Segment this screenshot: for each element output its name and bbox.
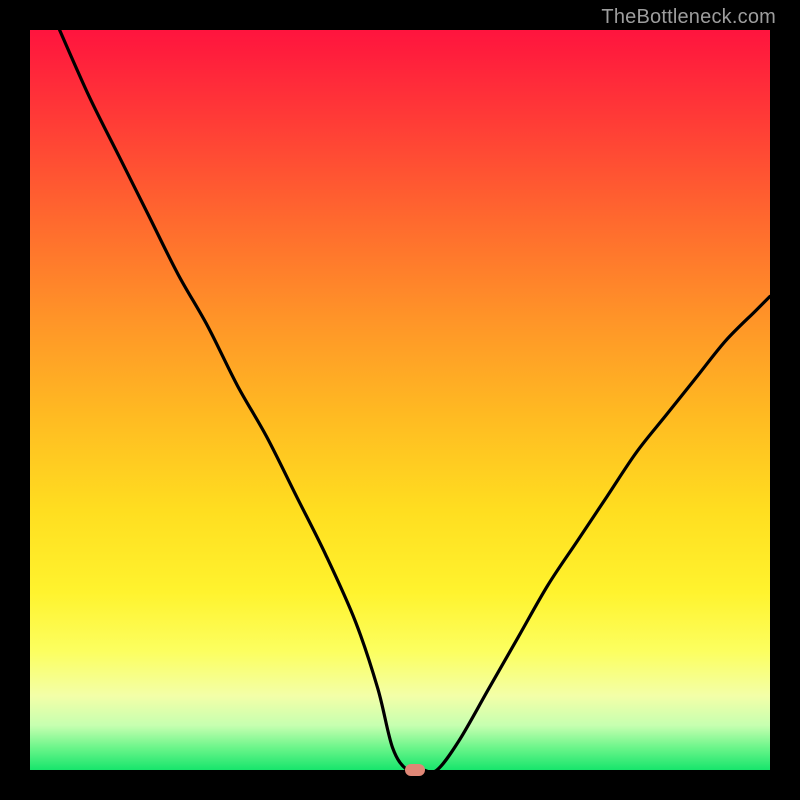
minimum-marker — [405, 764, 425, 776]
chart-frame: TheBottleneck.com — [0, 0, 800, 800]
plot-area — [30, 30, 770, 770]
watermark-text: TheBottleneck.com — [601, 6, 776, 29]
bottleneck-curve — [30, 30, 770, 770]
